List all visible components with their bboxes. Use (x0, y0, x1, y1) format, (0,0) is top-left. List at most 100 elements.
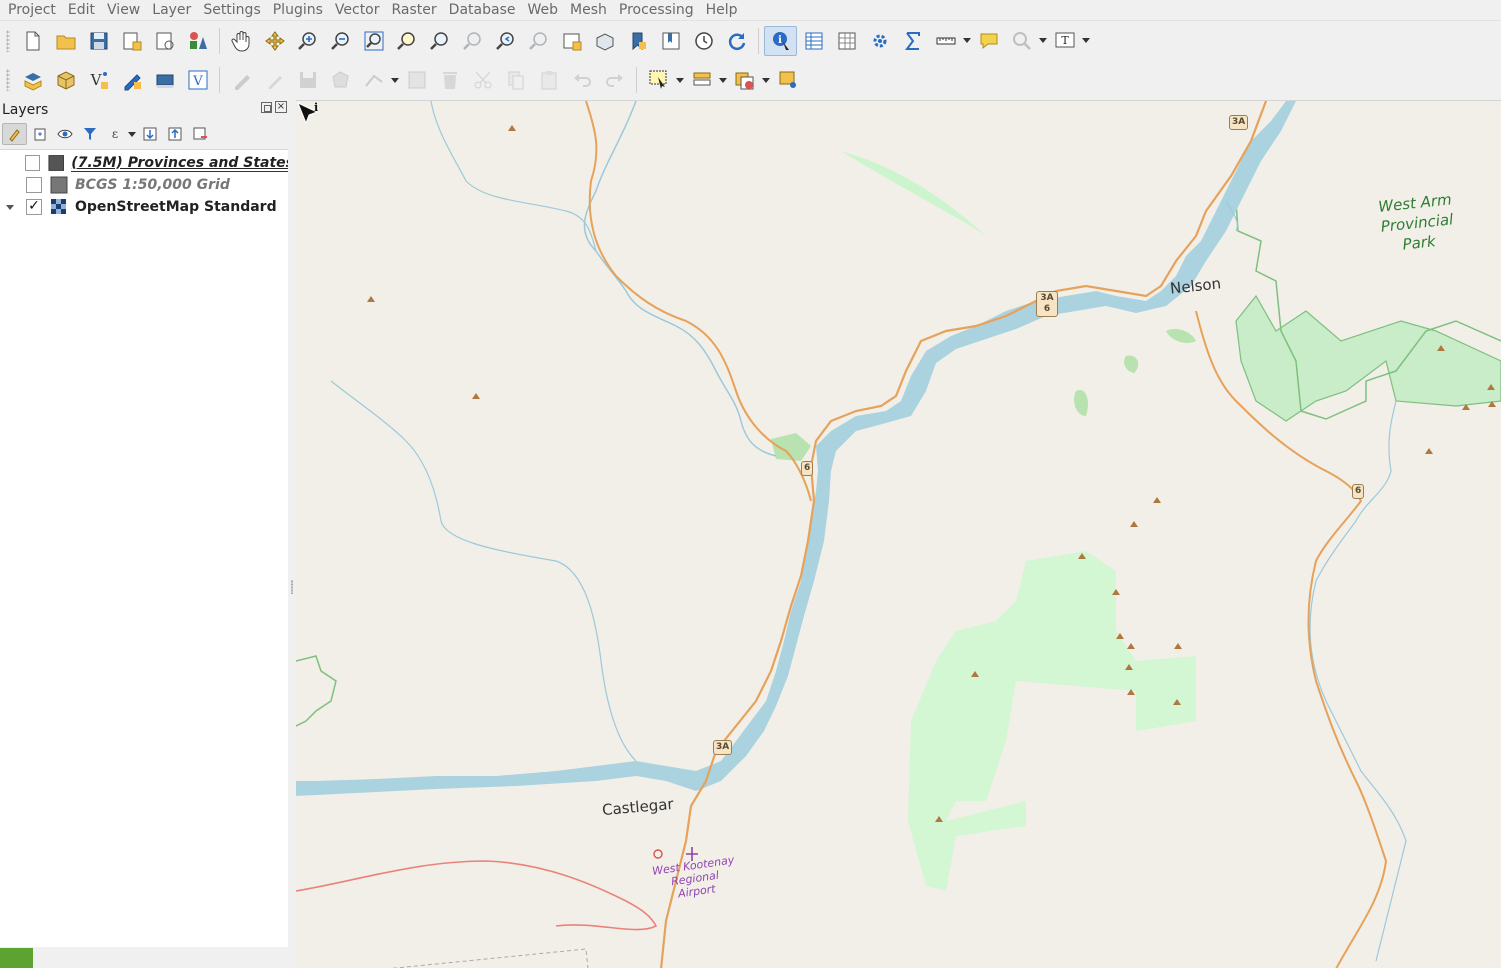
map-tips-button[interactable] (972, 26, 1005, 56)
open-attribute-table-button[interactable] (797, 26, 830, 56)
add-group-button[interactable] (27, 123, 52, 145)
menu-mesh[interactable]: Mesh (564, 1, 613, 19)
layer-row-osm[interactable]: ✓ OpenStreetMap Standard (0, 196, 288, 218)
expand-all-icon (143, 127, 156, 141)
trail (296, 860, 658, 931)
current-edits-button[interactable] (225, 65, 258, 95)
undock-icon[interactable] (261, 102, 272, 113)
remove-layer-button[interactable] (187, 123, 212, 145)
close-icon[interactable]: × (275, 101, 287, 113)
collapse-all-button[interactable] (162, 123, 187, 145)
cut-features-button[interactable] (466, 65, 499, 95)
new-bookmark-button[interactable] (621, 26, 654, 56)
select-features-button[interactable] (642, 65, 675, 95)
toolbar-handle[interactable] (6, 29, 10, 52)
menu-layer[interactable]: Layer (146, 1, 197, 19)
layout-manager-button[interactable] (148, 26, 181, 56)
vertex-tool-button[interactable] (357, 65, 390, 95)
field-calculator-button[interactable] (830, 26, 863, 56)
layer-visibility-checkbox[interactable]: ✓ (26, 199, 42, 215)
data-source-manager-button[interactable] (16, 65, 49, 95)
style-manager-button[interactable] (181, 26, 214, 56)
save-project-button[interactable] (82, 26, 115, 56)
modify-attributes-button[interactable] (400, 65, 433, 95)
layer-visibility-checkbox[interactable] (26, 177, 42, 193)
pan-map-button[interactable] (225, 26, 258, 56)
new-project-button[interactable] (16, 26, 49, 56)
select-by-value-button[interactable] (685, 65, 718, 95)
undo-button[interactable] (565, 65, 598, 95)
new-geopackage-button[interactable] (49, 65, 82, 95)
measure-line-button[interactable] (929, 26, 962, 56)
zoom-in-button[interactable] (291, 26, 324, 56)
vertex-dropdown[interactable] (390, 65, 400, 95)
filter-by-expression-button[interactable]: ε (102, 123, 127, 145)
zoom-last-button[interactable] (489, 26, 522, 56)
toggle-editing-button[interactable] (258, 65, 291, 95)
add-polygon-button[interactable] (324, 65, 357, 95)
menu-database[interactable]: Database (443, 1, 522, 19)
toolbar-handle[interactable] (6, 69, 10, 91)
layer-row-bcgs-grid[interactable]: BCGS 1:50,000 Grid (0, 174, 288, 196)
copy-features-button[interactable] (499, 65, 532, 95)
statistical-summary-button[interactable] (896, 26, 929, 56)
menu-help[interactable]: Help (700, 1, 744, 19)
open-layer-styling-button[interactable] (2, 123, 27, 145)
new-virtual-layer-button[interactable] (148, 65, 181, 95)
temporal-controller-button[interactable] (687, 26, 720, 56)
select-dropdown[interactable] (675, 65, 685, 95)
expand-arrow-icon[interactable] (0, 196, 20, 218)
processing-toolbox-button[interactable] (863, 26, 896, 56)
menu-processing[interactable]: Processing (613, 1, 700, 19)
menu-settings[interactable]: Settings (197, 1, 266, 19)
select-value-dropdown[interactable] (718, 65, 728, 95)
zoom-next-button[interactable] (522, 26, 555, 56)
menu-raster[interactable]: Raster (386, 1, 443, 19)
filter-legend-button[interactable] (77, 123, 102, 145)
menu-web[interactable]: Web (521, 1, 564, 19)
layer-row-provinces[interactable]: (7.5M) Provinces and States - (0, 152, 289, 174)
new-print-layout-button[interactable] (115, 26, 148, 56)
new-3d-map-button[interactable] (588, 26, 621, 56)
pan-to-selection-button[interactable] (258, 26, 291, 56)
menu-edit[interactable]: Edit (62, 1, 101, 19)
expand-all-button[interactable] (137, 123, 162, 145)
virtual-layer-button[interactable]: V (181, 65, 214, 95)
text-annotation-button[interactable]: T (1048, 26, 1081, 56)
deselect-dropdown[interactable] (761, 65, 771, 95)
redo-icon (605, 74, 623, 87)
redo-button[interactable] (598, 65, 631, 95)
map-canvas[interactable]: Nelson Castlegar West Arm Provincial Par… (296, 100, 1501, 968)
locator-search-button[interactable] (1005, 26, 1038, 56)
select-by-location-button[interactable] (771, 65, 804, 95)
show-bookmarks-button[interactable] (654, 26, 687, 56)
expression-dropdown[interactable] (127, 123, 137, 145)
new-scratch-layer-button[interactable] (115, 65, 148, 95)
zoom-full-button[interactable] (357, 26, 390, 56)
paste-features-button[interactable] (532, 65, 565, 95)
delete-selected-button[interactable] (433, 65, 466, 95)
menu-view[interactable]: View (101, 1, 146, 19)
zoom-native-button[interactable] (456, 26, 489, 56)
zoom-out-button[interactable] (324, 26, 357, 56)
new-map-view-button[interactable] (555, 26, 588, 56)
open-project-button[interactable] (49, 26, 82, 56)
annotation-dropdown[interactable] (1081, 26, 1091, 56)
identify-features-button[interactable]: i (764, 25, 797, 56)
virtual-layer-icon (156, 74, 173, 88)
main-toolbar: i T (0, 20, 1501, 60)
menu-vector[interactable]: Vector (329, 1, 386, 19)
refresh-button[interactable] (720, 26, 753, 56)
zoom-to-layer-button[interactable] (423, 26, 456, 56)
layer-visibility-checkbox[interactable] (24, 155, 40, 171)
save-edits-button[interactable] (291, 65, 324, 95)
panel-splitter[interactable] (288, 100, 296, 968)
menu-plugins[interactable]: Plugins (267, 1, 329, 19)
menu-project[interactable]: Project (2, 1, 62, 19)
measure-dropdown[interactable] (962, 26, 972, 56)
zoom-to-selection-button[interactable] (390, 26, 423, 56)
manage-visibility-button[interactable] (52, 123, 77, 145)
locator-dropdown[interactable] (1038, 26, 1048, 56)
new-shapefile-button[interactable]: V (82, 65, 115, 95)
deselect-features-button[interactable] (728, 65, 761, 95)
